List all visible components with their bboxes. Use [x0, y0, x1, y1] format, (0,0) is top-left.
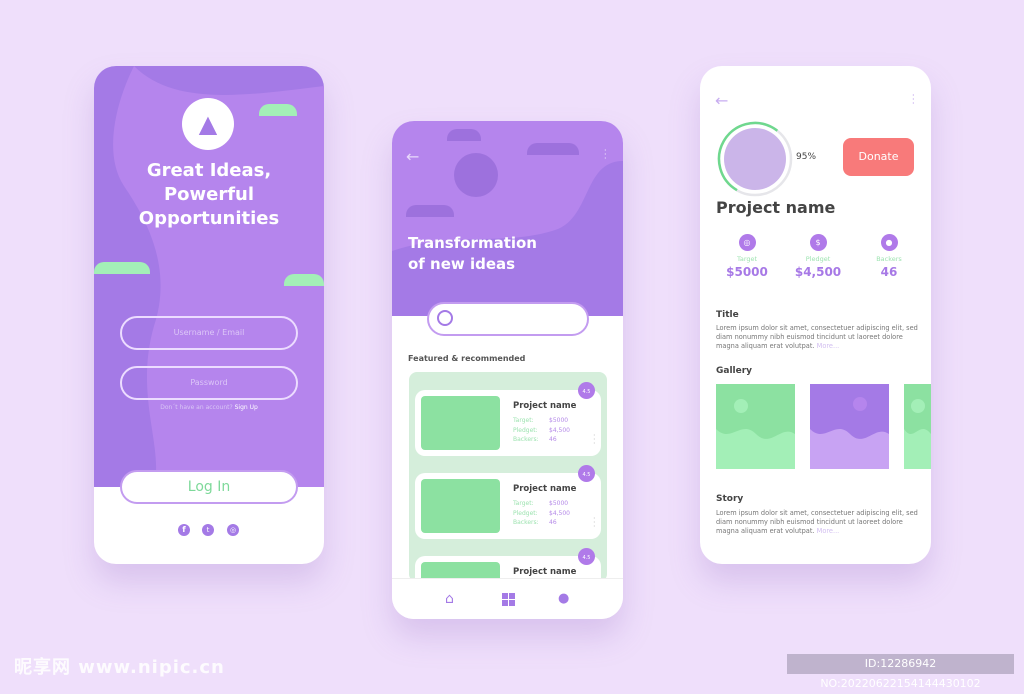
bottom-nav: ⌂ ● — [392, 578, 623, 619]
stat-label: Pledget — [805, 255, 831, 263]
dollar-icon: $ — [809, 234, 827, 251]
gallery-image[interactable] — [810, 384, 889, 469]
signup-text: Don´t have an account? — [160, 404, 233, 411]
project-name: Project name — [513, 567, 577, 577]
stat-pledged: $ Pledget $4,500 — [783, 234, 853, 279]
rating-badge: 4.5 — [578, 548, 595, 565]
label: Backers: — [513, 519, 539, 526]
stat-value: $4,500 — [794, 265, 842, 279]
grid-icon[interactable] — [502, 593, 515, 606]
title-line: Great Ideas, — [146, 160, 272, 181]
more-menu-icon[interactable]: · · · — [593, 432, 596, 448]
instagram-icon[interactable]: ◎ — [227, 524, 239, 536]
title-line: of new ideas — [408, 255, 516, 273]
watermark-logo: 昵享网 www.nipic.cn — [14, 657, 225, 678]
cloud-icon — [259, 104, 297, 116]
title-line: Opportunities — [138, 208, 280, 229]
stat-label: Target — [736, 255, 758, 263]
home-icon[interactable]: ⌂ — [445, 591, 454, 607]
cloud-icon — [527, 143, 579, 155]
rating-badge: 4.5 — [578, 465, 595, 482]
gallery-image[interactable] — [716, 384, 795, 469]
search-icon — [437, 310, 453, 326]
label: Target: — [513, 500, 534, 507]
cloud-icon — [284, 274, 324, 286]
user-icon[interactable]: ● — [558, 591, 569, 606]
backers-row: Backers: 46 — [513, 519, 557, 526]
target-row: Target: $5000 — [513, 500, 568, 507]
signup-prompt: Don´t have an account? Sign Up — [94, 404, 324, 411]
title-heading: Title — [716, 310, 739, 320]
project-thumbnail — [421, 479, 500, 533]
rating-badge: 4.5 — [578, 382, 595, 399]
project-detail-screen: ← · · · 95% Donate Project name ◎ Target $50… — [700, 66, 931, 564]
search-input[interactable] — [427, 302, 589, 336]
label: Pledget: — [513, 427, 538, 434]
back-arrow-icon[interactable]: ← — [406, 147, 419, 166]
value: $4,500 — [549, 510, 570, 517]
back-arrow-icon[interactable]: ← — [715, 91, 728, 110]
gallery-image[interactable] — [904, 384, 931, 469]
target-icon: ◎ — [738, 234, 756, 251]
project-card[interactable]: 4.5 Project name Target: $5000 Pledget: $4… — [415, 382, 601, 456]
cloud-icon — [94, 262, 150, 274]
donate-button[interactable]: Donate — [843, 138, 914, 176]
label: Target: — [513, 417, 534, 424]
progress-label: 95% — [796, 152, 817, 162]
story-text: Lorem ipsum dolor sit amet, consectetuer… — [716, 509, 921, 536]
stat-value: $5000 — [726, 265, 768, 279]
stat-backers: ● Backers 46 — [854, 234, 924, 279]
login-title: Great Ideas, Powerful Opportunities — [94, 159, 324, 231]
value: $5000 — [549, 417, 569, 424]
stat-target: ◎ Target $5000 — [712, 234, 782, 279]
more-menu-icon[interactable]: · · · — [604, 147, 607, 163]
project-name: Project name — [513, 484, 577, 494]
username-input[interactable]: Username / Email — [120, 316, 298, 350]
label: Backers: — [513, 436, 539, 443]
project-thumbnail — [421, 396, 500, 450]
story-heading: Story — [716, 494, 744, 504]
wave-shape — [392, 161, 623, 316]
title-text: Lorem ipsum dolor sit amet, consectetuer… — [716, 324, 921, 351]
target-row: Target: $5000 — [513, 417, 568, 424]
more-link[interactable]: More... — [817, 527, 840, 535]
watermark-id: ID:12286942 NO:20220622154144430102 — [787, 654, 1014, 690]
user-icon: ● — [880, 234, 898, 251]
stat-label: Backers — [876, 255, 902, 263]
project-card[interactable]: 4.5 Project name Target: $5000 Pledget: $4… — [415, 465, 601, 539]
more-link[interactable]: More... — [817, 342, 840, 350]
explore-header-bg — [392, 121, 623, 316]
cloud-icon — [447, 129, 481, 141]
value: 46 — [549, 519, 557, 526]
progress-ring — [717, 121, 793, 197]
project-name: Project name — [513, 401, 577, 411]
pledged-row: Pledget: $4,500 — [513, 510, 570, 517]
facebook-icon[interactable]: f — [178, 524, 190, 536]
pledged-row: Pledget: $4,500 — [513, 427, 570, 434]
featured-list: 4.5 Project name Target: $5000 Pledget: $4… — [409, 372, 607, 619]
gallery-heading: Gallery — [716, 366, 753, 376]
moon-shape — [454, 153, 498, 197]
cloud-icon — [406, 205, 454, 217]
more-menu-icon[interactable]: · · · — [912, 92, 915, 108]
rocket-icon: ▲ — [182, 98, 234, 150]
backers-row: Backers: 46 — [513, 436, 557, 443]
login-screen: ▲ Great Ideas, Powerful Opportunities Us… — [94, 66, 324, 564]
title-line: Powerful — [163, 184, 255, 205]
section-heading: Featured & recommended — [408, 354, 526, 363]
explore-title: Transformation of new ideas — [408, 233, 537, 275]
value: $4,500 — [549, 427, 570, 434]
stat-value: 46 — [880, 265, 898, 279]
label: Pledget: — [513, 510, 538, 517]
title-line: Transformation — [408, 234, 537, 252]
password-input[interactable]: Password — [120, 366, 298, 400]
value: $5000 — [549, 500, 569, 507]
project-name: Project name — [716, 198, 836, 217]
twitter-icon[interactable]: t — [202, 524, 214, 536]
explore-screen: ← · · · Transformation of new ideas Featur… — [392, 121, 623, 619]
signup-link[interactable]: Sign Up — [235, 404, 258, 411]
login-button[interactable]: Log In — [120, 470, 298, 504]
value: 46 — [549, 436, 557, 443]
more-menu-icon[interactable]: · · · — [593, 515, 596, 531]
